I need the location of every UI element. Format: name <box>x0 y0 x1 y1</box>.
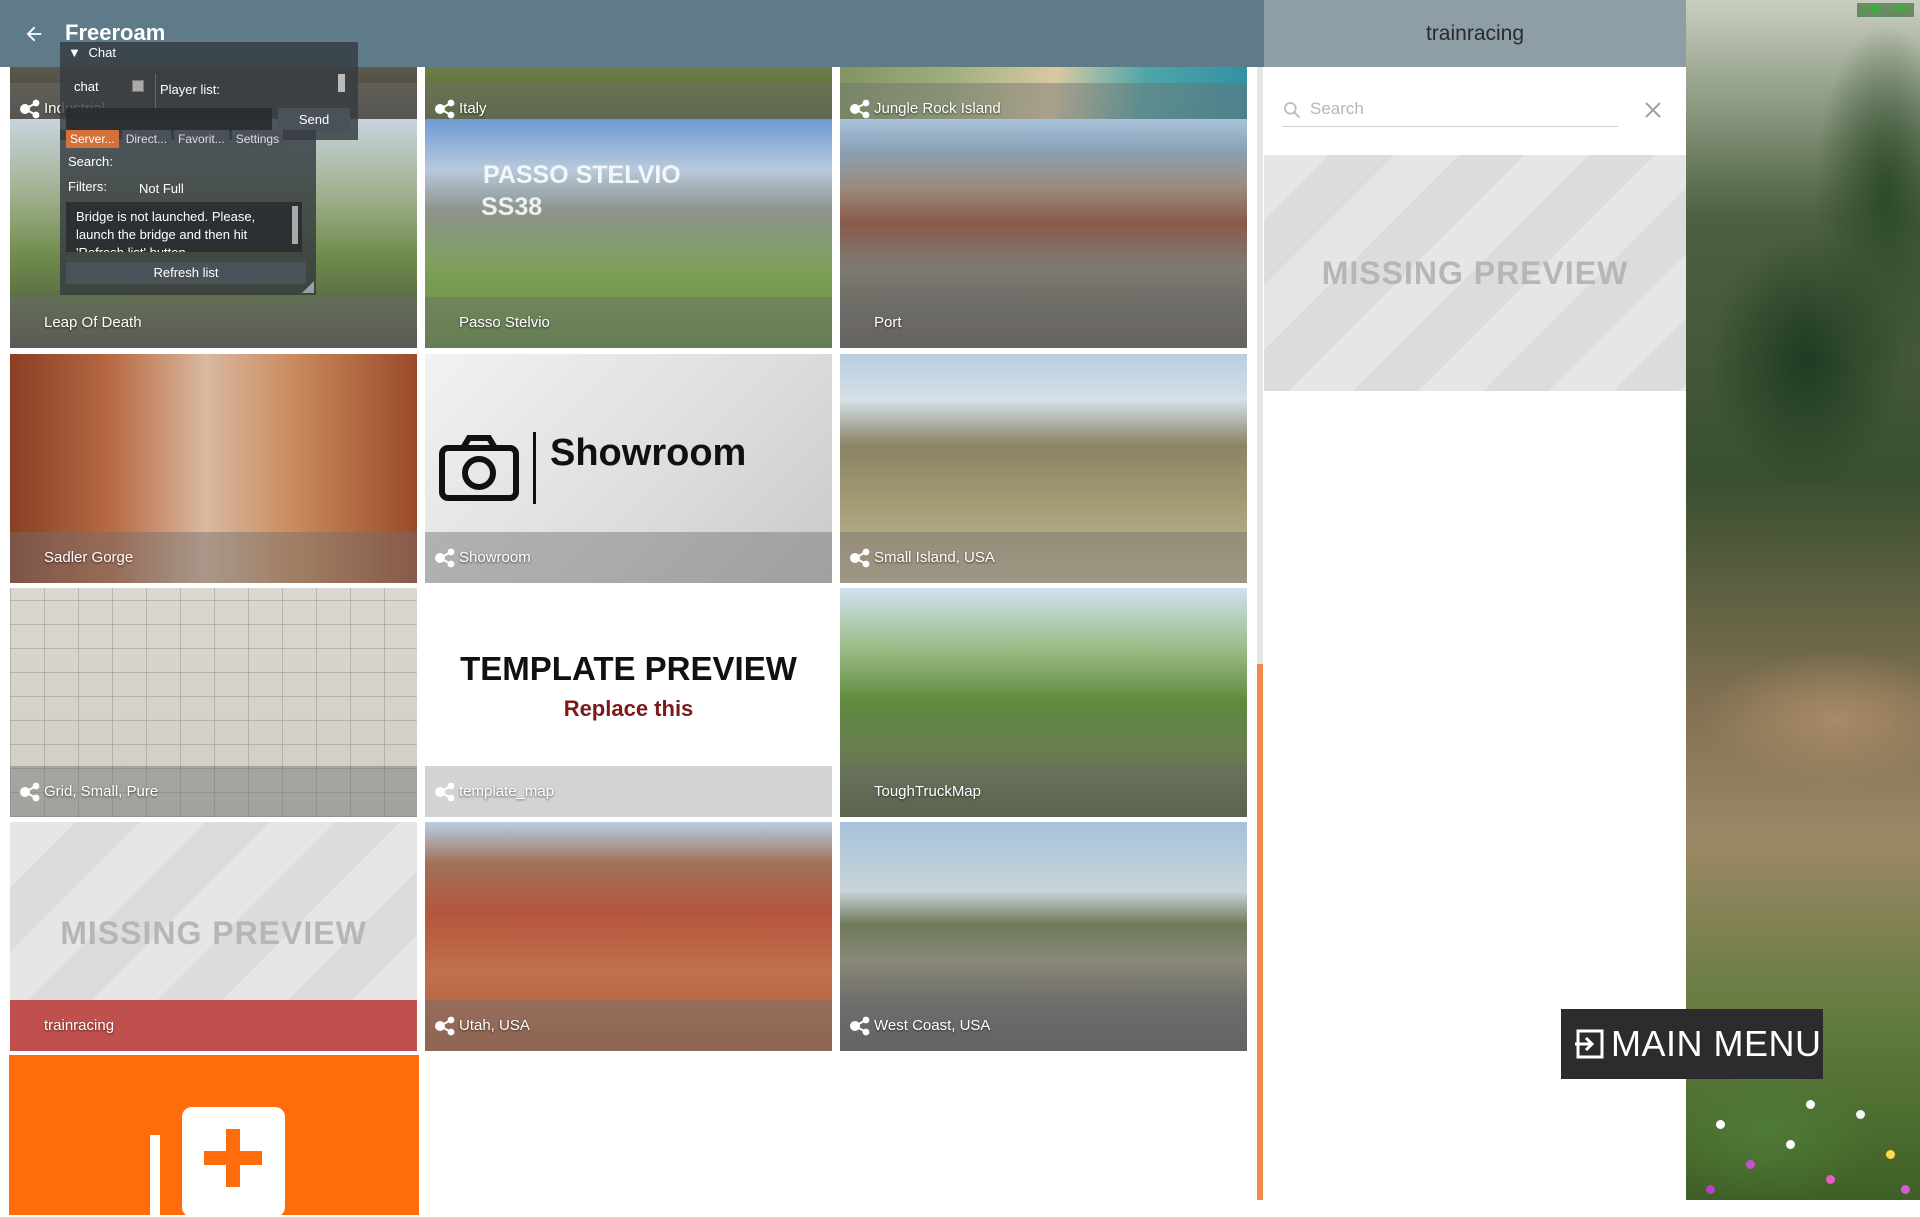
chat-title: Chat <box>88 45 116 60</box>
chat-label: chat <box>74 79 99 94</box>
resize-grip[interactable] <box>302 281 314 293</box>
back-button[interactable] <box>18 18 50 50</box>
map-name: Utah, USA <box>459 1017 530 1034</box>
multiplayer-icon <box>435 99 455 119</box>
server-search-label: Search: <box>68 154 113 169</box>
missing-preview-text: MISSING PREVIEW <box>60 915 367 951</box>
map-grid-scrollbar[interactable] <box>1257 67 1263 1200</box>
map-tile[interactable]: West Coast, USA <box>840 822 1247 1051</box>
tab-favorites[interactable]: Favorit... <box>174 130 229 148</box>
map-name: Leap Of Death <box>44 314 142 331</box>
tab-settings[interactable]: Settings <box>231 130 284 148</box>
map-tile[interactable]: Grid, Small, Pure <box>10 588 417 817</box>
filters-dropdown[interactable]: Not Full <box>139 181 184 196</box>
map-name: Showroom <box>459 549 531 566</box>
scrollbar-thumb[interactable] <box>1257 664 1263 1200</box>
search-icon <box>1284 102 1301 119</box>
tile-overlay-subtitle: Replace this <box>563 696 694 721</box>
chat-title-bar[interactable]: ▼ Chat <box>68 45 116 60</box>
multiplayer-icon <box>850 99 870 119</box>
multiplayer-icon <box>435 782 455 802</box>
main-menu-button[interactable]: MAIN MENU <box>1561 1009 1823 1079</box>
collapse-triangle-icon[interactable]: ▼ <box>68 45 81 60</box>
map-tile[interactable]: Showroom Showroom <box>425 354 832 583</box>
map-name: Sadler Gorge <box>44 549 134 566</box>
multiplayer-icon <box>20 782 40 802</box>
close-icon[interactable] <box>1644 101 1662 119</box>
message-scrollbar[interactable] <box>292 206 298 244</box>
tile-overlay-title: PASSO STELVIO <box>483 161 681 189</box>
add-icon <box>150 1107 285 1217</box>
map-name: West Coast, USA <box>874 1017 991 1034</box>
main-menu-label: MAIN MENU <box>1611 1023 1822 1064</box>
map-tile[interactable]: Port <box>840 119 1247 348</box>
add-map-tile[interactable] <box>9 1055 419 1217</box>
tile-overlay-subtitle: SS38 <box>481 193 543 221</box>
bridge-status-message: Bridge is not launched. Please, launch t… <box>66 202 302 252</box>
camera-icon <box>439 435 519 501</box>
map-name: template_map <box>459 783 555 800</box>
chat-input[interactable] <box>66 108 272 132</box>
multiplayer-icon <box>435 1016 455 1036</box>
tile-overlay-title: Showroom <box>550 432 747 474</box>
search-input[interactable] <box>1308 98 1612 120</box>
send-button[interactable]: Send <box>278 108 350 132</box>
refresh-list-button[interactable]: Refresh list <box>66 262 306 284</box>
exit-icon <box>1575 1029 1604 1059</box>
map-tile[interactable]: TEMPLATE PREVIEW Replace this template_m… <box>425 588 832 817</box>
map-tile[interactable]: Small Island, USA <box>840 354 1247 583</box>
map-name: ToughTruckMap <box>874 783 981 800</box>
server-browser-window: Server... Direct... Favorit... Settings … <box>60 130 316 295</box>
multiplayer-icon <box>20 99 40 119</box>
map-name: Small Island, USA <box>874 549 995 566</box>
search-bar <box>1282 96 1618 127</box>
map-name: trainracing <box>44 1017 115 1034</box>
multiplayer-icon <box>850 548 870 568</box>
divider <box>533 432 536 504</box>
map-name: Passo Stelvio <box>459 314 550 331</box>
tile-overlay-title: TEMPLATE PREVIEW <box>460 650 797 687</box>
missing-preview-text: MISSING PREVIEW <box>1321 255 1629 291</box>
player-list-label: Player list: <box>160 82 220 97</box>
fps-counter: 245 FPS <box>1857 3 1914 17</box>
map-tile[interactable]: ToughTruckMap <box>840 588 1247 817</box>
tab-direct[interactable]: Direct... <box>121 130 172 148</box>
selected-map-title: trainracing <box>1425 22 1525 45</box>
side-panel-header: trainracing <box>1264 0 1686 67</box>
player-list-scrollbar[interactable] <box>338 74 345 92</box>
chat-window: ▼ Chat chat Player list: Send <box>60 42 358 140</box>
map-tile[interactable]: PASSO STELVIO SS38 Passo Stelvio <box>425 119 832 348</box>
map-tile[interactable]: Utah, USA <box>425 822 832 1051</box>
multiplayer-icon <box>435 548 455 568</box>
map-name: Port <box>874 314 902 331</box>
server-browser-tabs: Server... Direct... Favorit... Settings <box>66 130 284 148</box>
multiplayer-icon <box>850 1016 870 1036</box>
map-tile[interactable]: Sadler Gorge <box>10 354 417 583</box>
filters-label: Filters: <box>68 179 107 194</box>
selected-map-preview: MISSING PREVIEW <box>1264 155 1686 391</box>
map-tile[interactable]: MISSING PREVIEW trainracing <box>10 822 417 1051</box>
bridge-message-text: Bridge is not launched. Please, launch t… <box>76 209 256 252</box>
tab-servers[interactable]: Server... <box>66 130 119 148</box>
arrow-left-icon <box>26 26 42 42</box>
map-name: Jungle Rock Island <box>874 100 1001 117</box>
map-name: Italy <box>459 100 487 117</box>
chat-checkbox[interactable] <box>132 80 144 92</box>
map-name: Grid, Small, Pure <box>44 783 159 800</box>
